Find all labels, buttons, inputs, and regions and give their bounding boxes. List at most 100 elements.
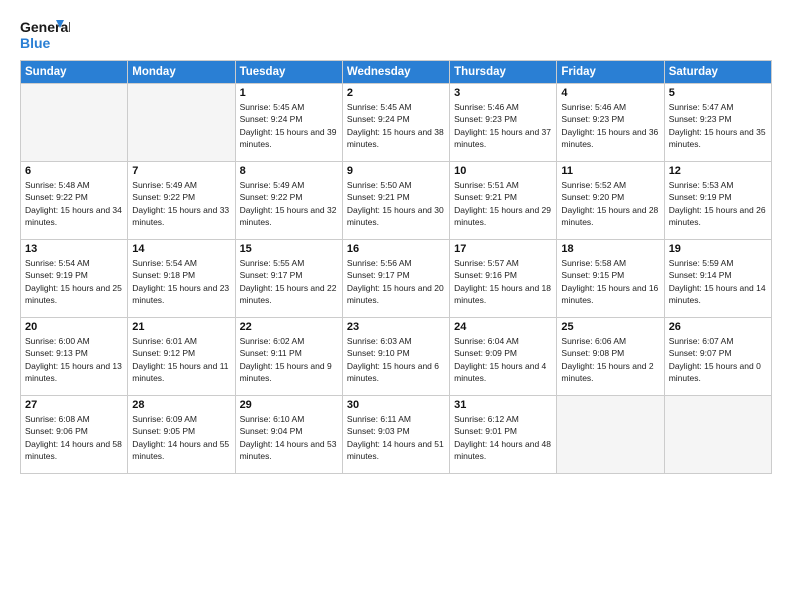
- day-header-sunday: Sunday: [21, 61, 128, 84]
- day-number: 12: [669, 165, 767, 177]
- day-header-monday: Monday: [128, 61, 235, 84]
- day-info: Sunrise: 5:53 AM Sunset: 9:19 PM Dayligh…: [669, 179, 767, 228]
- day-info: Sunrise: 6:10 AM Sunset: 9:04 PM Dayligh…: [240, 413, 338, 462]
- day-number: 6: [25, 165, 123, 177]
- day-number: 17: [454, 243, 552, 255]
- day-info: Sunrise: 5:50 AM Sunset: 9:21 PM Dayligh…: [347, 179, 445, 228]
- day-number: 9: [347, 165, 445, 177]
- day-number: 1: [240, 87, 338, 99]
- day-cell: 27 Sunrise: 6:08 AM Sunset: 9:06 PM Dayl…: [21, 396, 128, 474]
- svg-text:Blue: Blue: [20, 35, 51, 51]
- day-cell: 28 Sunrise: 6:09 AM Sunset: 9:05 PM Dayl…: [128, 396, 235, 474]
- day-info: Sunrise: 6:00 AM Sunset: 9:13 PM Dayligh…: [25, 335, 123, 384]
- day-info: Sunrise: 5:49 AM Sunset: 9:22 PM Dayligh…: [132, 179, 230, 228]
- day-number: 23: [347, 321, 445, 333]
- day-number: 8: [240, 165, 338, 177]
- day-number: 29: [240, 399, 338, 411]
- day-info: Sunrise: 5:45 AM Sunset: 9:24 PM Dayligh…: [347, 101, 445, 150]
- day-info: Sunrise: 6:01 AM Sunset: 9:12 PM Dayligh…: [132, 335, 230, 384]
- day-cell: 11 Sunrise: 5:52 AM Sunset: 9:20 PM Dayl…: [557, 162, 664, 240]
- week-row-2: 6 Sunrise: 5:48 AM Sunset: 9:22 PM Dayli…: [21, 162, 772, 240]
- day-cell: 3 Sunrise: 5:46 AM Sunset: 9:23 PM Dayli…: [450, 84, 557, 162]
- day-info: Sunrise: 5:57 AM Sunset: 9:16 PM Dayligh…: [454, 257, 552, 306]
- day-number: 11: [561, 165, 659, 177]
- day-info: Sunrise: 5:46 AM Sunset: 9:23 PM Dayligh…: [561, 101, 659, 150]
- day-cell: 15 Sunrise: 5:55 AM Sunset: 9:17 PM Dayl…: [235, 240, 342, 318]
- day-cell: [21, 84, 128, 162]
- day-number: 27: [25, 399, 123, 411]
- day-info: Sunrise: 5:54 AM Sunset: 9:19 PM Dayligh…: [25, 257, 123, 306]
- logo-icon: General Blue: [20, 16, 70, 54]
- day-number: 10: [454, 165, 552, 177]
- day-number: 22: [240, 321, 338, 333]
- day-number: 13: [25, 243, 123, 255]
- day-info: Sunrise: 5:54 AM Sunset: 9:18 PM Dayligh…: [132, 257, 230, 306]
- day-number: 4: [561, 87, 659, 99]
- day-cell: 13 Sunrise: 5:54 AM Sunset: 9:19 PM Dayl…: [21, 240, 128, 318]
- day-cell: 14 Sunrise: 5:54 AM Sunset: 9:18 PM Dayl…: [128, 240, 235, 318]
- day-cell: 25 Sunrise: 6:06 AM Sunset: 9:08 PM Dayl…: [557, 318, 664, 396]
- day-cell: 31 Sunrise: 6:12 AM Sunset: 9:01 PM Dayl…: [450, 396, 557, 474]
- day-header-tuesday: Tuesday: [235, 61, 342, 84]
- day-cell: 7 Sunrise: 5:49 AM Sunset: 9:22 PM Dayli…: [128, 162, 235, 240]
- day-header-saturday: Saturday: [664, 61, 771, 84]
- day-header-thursday: Thursday: [450, 61, 557, 84]
- day-info: Sunrise: 5:55 AM Sunset: 9:17 PM Dayligh…: [240, 257, 338, 306]
- day-number: 7: [132, 165, 230, 177]
- calendar: SundayMondayTuesdayWednesdayThursdayFrid…: [20, 60, 772, 474]
- day-number: 16: [347, 243, 445, 255]
- day-cell: 2 Sunrise: 5:45 AM Sunset: 9:24 PM Dayli…: [342, 84, 449, 162]
- day-number: 15: [240, 243, 338, 255]
- week-row-3: 13 Sunrise: 5:54 AM Sunset: 9:19 PM Dayl…: [21, 240, 772, 318]
- day-number: 2: [347, 87, 445, 99]
- day-info: Sunrise: 5:47 AM Sunset: 9:23 PM Dayligh…: [669, 101, 767, 150]
- day-cell: 23 Sunrise: 6:03 AM Sunset: 9:10 PM Dayl…: [342, 318, 449, 396]
- day-cell: 29 Sunrise: 6:10 AM Sunset: 9:04 PM Dayl…: [235, 396, 342, 474]
- day-info: Sunrise: 6:07 AM Sunset: 9:07 PM Dayligh…: [669, 335, 767, 384]
- day-info: Sunrise: 5:46 AM Sunset: 9:23 PM Dayligh…: [454, 101, 552, 150]
- day-number: 20: [25, 321, 123, 333]
- day-cell: 12 Sunrise: 5:53 AM Sunset: 9:19 PM Dayl…: [664, 162, 771, 240]
- day-info: Sunrise: 5:52 AM Sunset: 9:20 PM Dayligh…: [561, 179, 659, 228]
- day-info: Sunrise: 5:51 AM Sunset: 9:21 PM Dayligh…: [454, 179, 552, 228]
- day-header-wednesday: Wednesday: [342, 61, 449, 84]
- day-info: Sunrise: 6:02 AM Sunset: 9:11 PM Dayligh…: [240, 335, 338, 384]
- day-cell: 19 Sunrise: 5:59 AM Sunset: 9:14 PM Dayl…: [664, 240, 771, 318]
- day-cell: 8 Sunrise: 5:49 AM Sunset: 9:22 PM Dayli…: [235, 162, 342, 240]
- day-info: Sunrise: 5:56 AM Sunset: 9:17 PM Dayligh…: [347, 257, 445, 306]
- day-info: Sunrise: 6:04 AM Sunset: 9:09 PM Dayligh…: [454, 335, 552, 384]
- day-cell: 24 Sunrise: 6:04 AM Sunset: 9:09 PM Dayl…: [450, 318, 557, 396]
- day-number: 28: [132, 399, 230, 411]
- day-number: 26: [669, 321, 767, 333]
- day-cell: 21 Sunrise: 6:01 AM Sunset: 9:12 PM Dayl…: [128, 318, 235, 396]
- day-number: 21: [132, 321, 230, 333]
- day-cell: 6 Sunrise: 5:48 AM Sunset: 9:22 PM Dayli…: [21, 162, 128, 240]
- day-cell: 20 Sunrise: 6:00 AM Sunset: 9:13 PM Dayl…: [21, 318, 128, 396]
- day-number: 14: [132, 243, 230, 255]
- day-cell: 17 Sunrise: 5:57 AM Sunset: 9:16 PM Dayl…: [450, 240, 557, 318]
- week-row-4: 20 Sunrise: 6:00 AM Sunset: 9:13 PM Dayl…: [21, 318, 772, 396]
- week-row-5: 27 Sunrise: 6:08 AM Sunset: 9:06 PM Dayl…: [21, 396, 772, 474]
- logo: General Blue: [20, 16, 70, 54]
- day-info: Sunrise: 5:59 AM Sunset: 9:14 PM Dayligh…: [669, 257, 767, 306]
- day-cell: 9 Sunrise: 5:50 AM Sunset: 9:21 PM Dayli…: [342, 162, 449, 240]
- day-number: 19: [669, 243, 767, 255]
- day-info: Sunrise: 5:49 AM Sunset: 9:22 PM Dayligh…: [240, 179, 338, 228]
- day-info: Sunrise: 6:08 AM Sunset: 9:06 PM Dayligh…: [25, 413, 123, 462]
- day-header-friday: Friday: [557, 61, 664, 84]
- day-cell: 22 Sunrise: 6:02 AM Sunset: 9:11 PM Dayl…: [235, 318, 342, 396]
- day-cell: 16 Sunrise: 5:56 AM Sunset: 9:17 PM Dayl…: [342, 240, 449, 318]
- day-info: Sunrise: 5:58 AM Sunset: 9:15 PM Dayligh…: [561, 257, 659, 306]
- day-cell: 10 Sunrise: 5:51 AM Sunset: 9:21 PM Dayl…: [450, 162, 557, 240]
- day-cell: 18 Sunrise: 5:58 AM Sunset: 9:15 PM Dayl…: [557, 240, 664, 318]
- day-number: 3: [454, 87, 552, 99]
- week-row-1: 1 Sunrise: 5:45 AM Sunset: 9:24 PM Dayli…: [21, 84, 772, 162]
- day-info: Sunrise: 5:48 AM Sunset: 9:22 PM Dayligh…: [25, 179, 123, 228]
- day-cell: 4 Sunrise: 5:46 AM Sunset: 9:23 PM Dayli…: [557, 84, 664, 162]
- day-info: Sunrise: 6:03 AM Sunset: 9:10 PM Dayligh…: [347, 335, 445, 384]
- day-cell: 5 Sunrise: 5:47 AM Sunset: 9:23 PM Dayli…: [664, 84, 771, 162]
- day-info: Sunrise: 6:12 AM Sunset: 9:01 PM Dayligh…: [454, 413, 552, 462]
- day-cell: [557, 396, 664, 474]
- day-number: 30: [347, 399, 445, 411]
- day-number: 24: [454, 321, 552, 333]
